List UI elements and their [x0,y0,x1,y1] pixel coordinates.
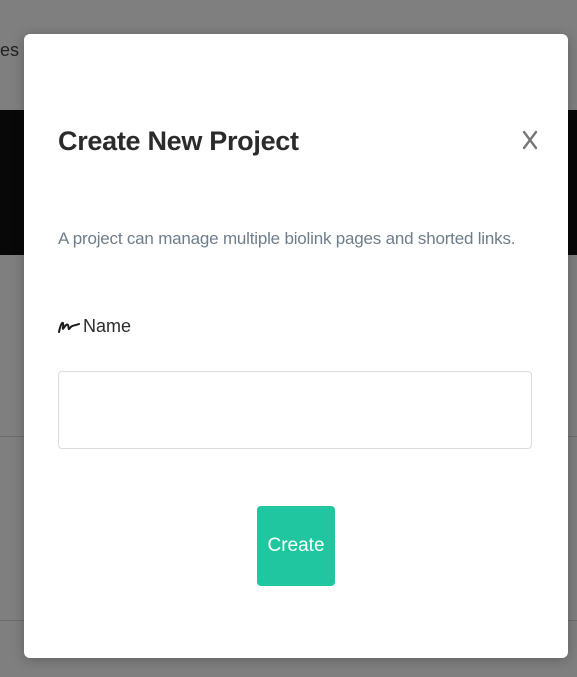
name-field-label: Name [58,316,131,337]
signature-icon [58,318,80,336]
name-label-text: Name [83,316,132,336]
close-icon [518,130,542,150]
project-name-input[interactable] [58,371,532,449]
modal-description: A project can manage multiple biolink pa… [58,229,516,248]
close-button[interactable] [518,124,542,152]
create-button[interactable]: Create [257,506,335,586]
create-project-modal: Create New Project A project can manage … [24,34,568,658]
modal-title: Create New Project [58,126,299,156]
